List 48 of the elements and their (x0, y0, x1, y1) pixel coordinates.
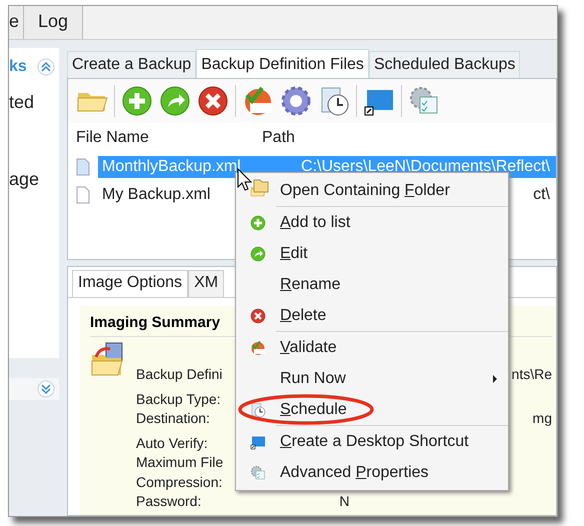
file-name[interactable]: My Backup.xml (102, 186, 210, 204)
file-path: C:\Users\LeeN\Documents\Reflect\ (301, 158, 550, 176)
field-label: Password: (136, 492, 202, 511)
edit-icon[interactable] (250, 246, 266, 262)
submenu-arrow-icon[interactable] (492, 374, 498, 384)
field-value: mg (532, 409, 552, 428)
file-icon[interactable] (76, 158, 90, 176)
tab[interactable]: XM (188, 270, 224, 297)
tab[interactable]: Scheduled Backups (368, 51, 520, 78)
expand-icon[interactable] (37, 380, 55, 398)
field-value: nts\Re (512, 365, 552, 384)
field-label: Destination: (136, 409, 210, 428)
menu-item[interactable]: Schedule (236, 394, 508, 425)
menu-item[interactable]: Run Now (236, 363, 508, 394)
collapse-icon[interactable] (37, 58, 55, 76)
menu-item[interactable]: Add to list (236, 207, 508, 238)
tab[interactable]: Backup Definition Files (196, 49, 369, 78)
menu-item[interactable]: Rename (236, 269, 508, 300)
file-icon[interactable] (76, 186, 90, 204)
tab[interactable]: Image Options (72, 270, 188, 297)
sidebar-item[interactable]: age (9, 169, 59, 190)
menu-item[interactable]: Create a Desktop Shortcut (236, 426, 508, 457)
edit-icon[interactable] (159, 85, 191, 117)
field-label: Maximum File (136, 453, 224, 472)
delete-icon[interactable] (250, 308, 266, 324)
field-label: Auto Verify: (136, 434, 208, 453)
field-label: Backup Type: (136, 390, 221, 409)
column-header[interactable]: File Name (76, 129, 262, 147)
validate-icon[interactable] (242, 85, 274, 117)
schedule-icon[interactable] (250, 402, 266, 418)
menu-item[interactable]: Edit (236, 238, 508, 269)
tab[interactable]: Create a Backup (67, 51, 196, 78)
sidebar-item[interactable]: ted (9, 92, 59, 113)
tab[interactable]: Log (24, 6, 84, 39)
validate-icon[interactable] (250, 340, 266, 356)
gear-icon[interactable] (280, 85, 312, 117)
field-label: Backup Defini (136, 365, 222, 384)
tab[interactable]: e (9, 6, 24, 39)
file-path: ct\ (533, 186, 550, 204)
sidebar-header: ks (9, 58, 27, 76)
add-icon[interactable] (250, 214, 266, 230)
field-value: N (339, 492, 350, 511)
field-label: Compression: (136, 472, 222, 492)
add-icon[interactable] (121, 85, 153, 117)
menu-item[interactable]: Advanced Properties (236, 457, 508, 488)
delete-icon[interactable] (197, 85, 229, 117)
column-header[interactable]: Path (262, 129, 295, 147)
properties-icon[interactable] (250, 464, 266, 480)
